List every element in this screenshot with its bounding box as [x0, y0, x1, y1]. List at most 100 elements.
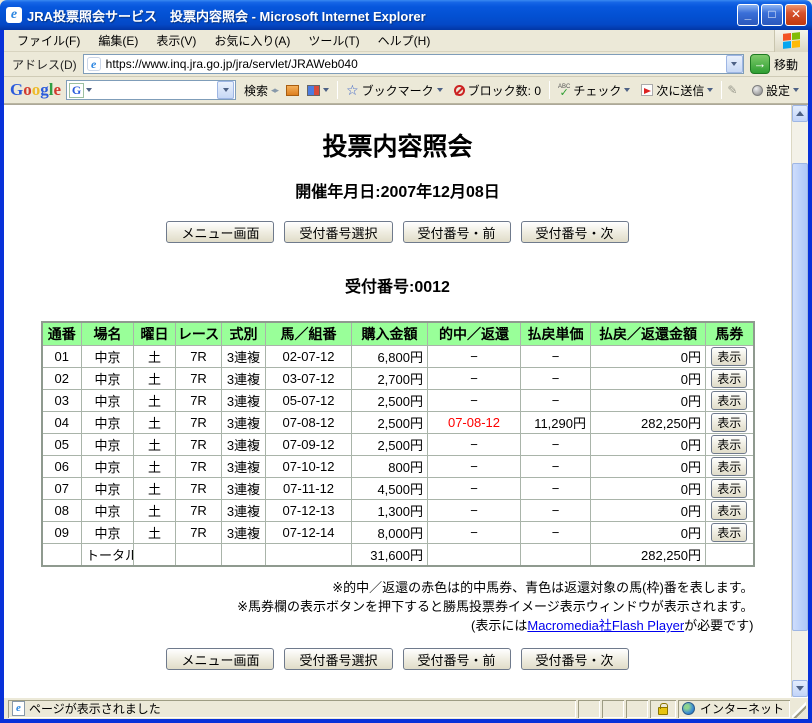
cell-payout-amount: 0円 [590, 521, 706, 544]
cell-numbers: 07-12-13 [265, 499, 352, 522]
cell-place: 中京 [81, 521, 134, 544]
bookmarks-button[interactable]: ☆ ブックマーク [343, 80, 446, 101]
popup-blocker-button[interactable]: ブロック数: 0 [451, 80, 544, 101]
cell-serial: 09 [41, 521, 82, 544]
search-options-arrows-icon: ◂▸ [271, 84, 279, 95]
receipt-next-button[interactable]: 受付番号・次 [520, 221, 629, 243]
show-ticket-button[interactable]: 表示 [711, 479, 748, 498]
chevron-down-icon [222, 88, 229, 92]
send-icon [641, 84, 654, 96]
cell-amount: 2,500円 [351, 433, 428, 456]
col-race: レース [175, 321, 222, 346]
cell-payout-amount: 0円 [590, 389, 706, 412]
cell-bet-type: 3連複 [221, 455, 266, 478]
scroll-up-button[interactable] [792, 105, 808, 122]
col-day: 曜日 [133, 321, 176, 346]
show-ticket-button[interactable]: 表示 [711, 369, 748, 388]
flash-player-link[interactable]: Macromedia社Flash Player [527, 618, 684, 633]
pagerank-button[interactable] [304, 83, 332, 98]
close-button[interactable]: ✕ [785, 4, 807, 26]
settings-button[interactable]: 設定 [749, 80, 802, 101]
receipt-prev-button-bottom[interactable]: 受付番号・前 [402, 648, 511, 670]
scrollbar-thumb[interactable] [792, 163, 808, 631]
menu-view[interactable]: 表示(V) [147, 30, 205, 51]
search-button[interactable]: 検索 ◂▸ [241, 80, 281, 101]
table-row: 04 中京 土 7R 3連複 07-08-12 2,500円 07-08-12 … [41, 411, 754, 434]
show-ticket-button[interactable]: 表示 [711, 457, 748, 476]
show-ticket-button[interactable]: 表示 [711, 435, 748, 454]
receipt-select-button[interactable]: 受付番号選択 [284, 221, 393, 243]
cell-numbers: 05-07-12 [265, 389, 352, 412]
show-ticket-button[interactable]: 表示 [711, 413, 748, 432]
menu-screen-button[interactable]: メニュー画面 [166, 221, 275, 243]
resize-grip[interactable] [792, 699, 806, 718]
cell-ticket: 表示 [705, 455, 754, 478]
send-to-button[interactable]: 次に送信 [638, 80, 716, 101]
globe-icon [682, 702, 695, 715]
search-history-dropdown[interactable] [217, 81, 235, 99]
cell-unit-payout: 11,290円 [520, 411, 591, 434]
window-title: JRA投票照会サービス 投票内容照会 - Microsoft Internet … [27, 8, 426, 24]
maximize-button[interactable]: □ [761, 4, 783, 26]
cell-bet-type: 3連複 [221, 499, 266, 522]
menu-screen-button-bottom[interactable]: メニュー画面 [166, 648, 275, 670]
status-message-panel: e ページが表示されました [8, 700, 576, 718]
show-ticket-button[interactable]: 表示 [711, 347, 748, 366]
news-card-icon[interactable] [286, 84, 300, 96]
address-label: アドレス(D) [12, 57, 77, 72]
menu-help[interactable]: ヘルプ(H) [369, 30, 440, 51]
scroll-down-button[interactable] [792, 680, 808, 697]
menu-file[interactable]: ファイル(F) [8, 30, 89, 51]
show-ticket-button[interactable]: 表示 [711, 501, 748, 520]
cell-bet-type: 3連複 [221, 367, 266, 390]
cell-ticket: 表示 [705, 477, 754, 500]
go-label: 移動 [773, 57, 798, 72]
cell-place: 中京 [81, 367, 134, 390]
google-search-box[interactable]: G [66, 80, 237, 100]
menu-favorites[interactable]: お気に入り(A) [205, 30, 299, 51]
vertical-scrollbar[interactable] [791, 105, 808, 697]
chevron-down-icon [731, 62, 738, 66]
security-zone-panel: インターネット [678, 700, 790, 718]
menu-tools[interactable]: ツール(T) [299, 30, 368, 51]
status-panel-empty [626, 700, 648, 718]
cell-unit-payout: − [520, 455, 591, 478]
cell-payout-amount: 0円 [590, 345, 706, 368]
cell-place: 中京 [81, 389, 134, 412]
show-ticket-button[interactable]: 表示 [711, 523, 748, 542]
cell-place: 中京 [81, 477, 134, 500]
cell-numbers: 02-07-12 [265, 345, 352, 368]
cell-hit-return: 07-08-12 [427, 411, 521, 434]
col-place: 場名 [81, 321, 134, 346]
cell-ticket: 表示 [705, 499, 754, 522]
total-amount: 31,600円 [351, 543, 428, 567]
show-ticket-button[interactable]: 表示 [711, 391, 748, 410]
spellcheck-button[interactable]: ABC ✓ チェック [555, 80, 633, 101]
cell-race: 7R [175, 389, 222, 412]
cell-payout-amount: 0円 [590, 499, 706, 522]
address-input[interactable] [105, 56, 726, 72]
cell-numbers: 07-11-12 [265, 477, 352, 500]
scrollbar-track[interactable] [792, 122, 808, 680]
cell-numbers: 07-08-12 [265, 411, 352, 434]
cell-hit-return: − [427, 477, 521, 500]
menu-edit[interactable]: 編集(E) [89, 30, 147, 51]
cell-race: 7R [175, 433, 222, 456]
receipt-prev-button[interactable]: 受付番号・前 [402, 221, 511, 243]
cell-race: 7R [175, 345, 222, 368]
browser-viewport: 投票内容照会 開催年月日:2007年12月08日 メニュー画面 受付番号選択 受… [4, 104, 808, 697]
receipt-select-button-bottom[interactable]: 受付番号選択 [284, 648, 393, 670]
receipt-next-button-bottom[interactable]: 受付番号・次 [520, 648, 629, 670]
cell-ticket: 表示 [705, 367, 754, 390]
go-button[interactable]: → [749, 54, 770, 74]
minimize-button[interactable]: _ [737, 4, 759, 26]
cell-place: 中京 [81, 411, 134, 434]
cell-numbers: 03-07-12 [265, 367, 352, 390]
cell-day: 土 [133, 521, 176, 544]
event-date: 開催年月日:2007年12月08日 [295, 184, 500, 201]
cell-place: 中京 [81, 433, 134, 456]
cell-ticket: 表示 [705, 433, 754, 456]
address-dropdown-button[interactable] [725, 55, 743, 73]
autofill-pen-icon[interactable]: ✎ [727, 83, 737, 97]
cell-numbers: 07-10-12 [265, 455, 352, 478]
